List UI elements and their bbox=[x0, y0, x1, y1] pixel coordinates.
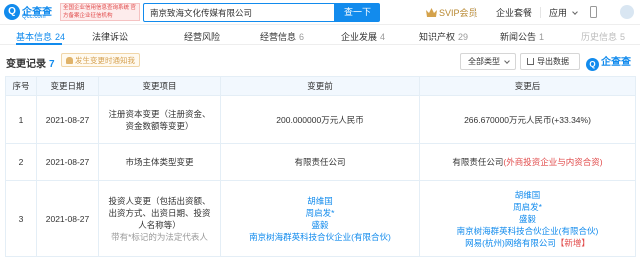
bell-icon bbox=[66, 57, 73, 64]
mobile-app-icon[interactable] bbox=[590, 6, 597, 18]
export-data-button[interactable]: 导出数据 bbox=[520, 53, 580, 70]
brand-watermark: Q 企查查 bbox=[586, 53, 631, 71]
tab-basic-info[interactable]: 基本信息 24 bbox=[16, 30, 65, 43]
cell-index: 3 bbox=[5, 180, 37, 257]
tab-count: 4 bbox=[380, 32, 386, 42]
investor-link[interactable]: 周启发* bbox=[227, 207, 413, 219]
investor-link[interactable]: 盛毅 bbox=[426, 213, 629, 225]
table-row: 2 2021-08-27 市场主体类型变更 有限责任公司 有限责任公司(外商投资… bbox=[5, 143, 636, 181]
cell-index: 1 bbox=[5, 95, 37, 144]
cell-after: 266.670000万元人民币(+33.34%) bbox=[419, 95, 636, 144]
tab-label: 法律诉讼 bbox=[92, 32, 129, 42]
tab-label: 历史信息 bbox=[581, 32, 618, 42]
cell-item: 市场主体类型变更 bbox=[98, 143, 221, 181]
column-header-index: 序号 bbox=[5, 76, 37, 96]
tab-count: 24 bbox=[55, 32, 66, 42]
top-bar: Q 企查查 Qcc.com 全国企业信用信息查询系统 官方备案企业征信机构 查一… bbox=[0, 0, 640, 25]
investor-new-entry: 网易(杭州)网络有限公司【新增】 bbox=[426, 237, 629, 249]
column-header-before: 变更前 bbox=[220, 76, 420, 96]
investor-link[interactable]: 南京树海群英科技合伙企业(有限合伙) bbox=[227, 231, 413, 243]
tab-count: 1 bbox=[539, 32, 545, 42]
brand-badge-icon: Q bbox=[586, 58, 599, 71]
investor-link[interactable]: 胡维国 bbox=[227, 195, 413, 207]
cell-before: 200.000000万元人民币 bbox=[220, 95, 420, 144]
tab-count: 6 bbox=[299, 32, 305, 42]
divider bbox=[474, 7, 475, 18]
cell-before: 胡维国 周启发* 盛毅 南京树海群英科技合伙企业(有限合伙) bbox=[220, 180, 420, 257]
download-icon bbox=[527, 58, 534, 65]
user-avatar[interactable] bbox=[620, 5, 634, 19]
item-text: 投资人变更（包括出资额、出资方式、出资日期、投资人名称等） bbox=[108, 195, 211, 230]
watermark-text: 企查查 bbox=[601, 57, 631, 68]
tab-label: 企业发展 bbox=[341, 32, 378, 42]
cell-item: 注册资本变更（注册资金、资金数额等变更） bbox=[98, 95, 221, 144]
after-highlight: (外商投资企业与内资合资) bbox=[503, 157, 603, 167]
tab-count: 5 bbox=[620, 32, 626, 42]
site-logo[interactable]: Q 企查查 Qcc.com bbox=[4, 3, 54, 22]
section-title-text: 变更记录 bbox=[6, 59, 46, 70]
svip-label: SVIP会员 bbox=[439, 8, 478, 18]
notify-label: 发生变更时通知我 bbox=[75, 56, 135, 65]
change-type-select[interactable]: 全部类型 bbox=[460, 53, 516, 70]
column-header-after: 变更后 bbox=[419, 76, 636, 96]
company-tabs: 基本信息 24 法律诉讼 经营风险 经营信息 6 企业发展 4 知识产权 29 新闻公告… bbox=[0, 25, 640, 45]
export-label: 导出数据 bbox=[537, 57, 569, 66]
table-row: 3 2021-08-27 投资人变更（包括出资额、出资方式、出资日期、投资人名称… bbox=[5, 180, 636, 257]
logo-badge-icon: Q bbox=[4, 4, 20, 20]
cell-after: 有限责任公司(外商投资企业与内资合资) bbox=[419, 143, 636, 181]
table-row: 1 2021-08-27 注册资本变更（注册资金、资金数额等变更） 200.00… bbox=[5, 95, 636, 144]
cell-item: 投资人变更（包括出资额、出资方式、出资日期、投资人名称等） 带有*标记的为法定代… bbox=[98, 180, 221, 257]
notify-on-change-button[interactable]: 发生变更时通知我 bbox=[61, 53, 140, 67]
table-header-row: 序号 变更日期 变更项目 变更前 变更后 bbox=[5, 76, 636, 96]
investor-link[interactable]: 周启发* bbox=[426, 201, 629, 213]
cell-date: 2021-08-27 bbox=[36, 180, 99, 257]
svip-link[interactable]: SVIP会员 bbox=[426, 6, 478, 19]
after-value: 有限责任公司 bbox=[452, 157, 504, 167]
apps-menu[interactable]: 应用 bbox=[549, 6, 578, 19]
cell-date: 2021-08-27 bbox=[36, 95, 99, 144]
cell-index: 2 bbox=[5, 143, 37, 181]
tab-history[interactable]: 历史信息 5 bbox=[581, 30, 625, 43]
tab-news[interactable]: 新闻公告 1 bbox=[500, 30, 544, 43]
tab-label: 基本信息 bbox=[16, 32, 53, 42]
tab-ip[interactable]: 知识产权 29 bbox=[419, 30, 468, 43]
logo-domain: Qcc.com bbox=[22, 14, 46, 20]
apps-label: 应用 bbox=[549, 8, 568, 18]
column-header-date: 变更日期 bbox=[36, 76, 99, 96]
search-input[interactable] bbox=[144, 4, 334, 21]
cell-date: 2021-08-27 bbox=[36, 143, 99, 181]
item-note: 带有*标记的为法定代表人 bbox=[111, 231, 208, 242]
section-count: 7 bbox=[49, 59, 55, 70]
investor-link[interactable]: 网易(杭州)网络有限公司 bbox=[465, 238, 556, 248]
search-button[interactable]: 查一下 bbox=[335, 3, 380, 22]
chevron-down-icon bbox=[504, 58, 510, 64]
tab-label: 经营信息 bbox=[260, 32, 297, 42]
investor-link[interactable]: 南京树海群英科技合伙企业(有限合伙) bbox=[426, 225, 629, 237]
search-box bbox=[143, 3, 335, 22]
tab-label: 知识产权 bbox=[419, 32, 456, 42]
divider bbox=[540, 7, 541, 18]
tab-development[interactable]: 企业发展 4 bbox=[341, 30, 385, 43]
cell-before: 有限责任公司 bbox=[220, 143, 420, 181]
new-tag: 【新增】 bbox=[555, 237, 590, 248]
registration-note: 全国企业信用信息查询系统 官方备案企业征信机构 bbox=[60, 3, 140, 21]
tab-label: 经营风险 bbox=[184, 32, 221, 42]
tab-label: 新闻公告 bbox=[500, 32, 537, 42]
change-record-table: 序号 变更日期 变更项目 变更前 变更后 1 2021-08-27 注册资本变更… bbox=[5, 76, 636, 257]
column-header-item: 变更项目 bbox=[98, 76, 221, 96]
tab-risk[interactable]: 经营风险 bbox=[184, 30, 220, 43]
tab-legal[interactable]: 法律诉讼 bbox=[92, 30, 128, 43]
investor-link[interactable]: 胡维国 bbox=[426, 189, 629, 201]
tab-count: 29 bbox=[458, 32, 469, 42]
section-title: 变更记录 7 bbox=[6, 55, 55, 70]
enterprise-plan-link[interactable]: 企业套餐 bbox=[496, 6, 532, 19]
type-select-value: 全部类型 bbox=[468, 57, 500, 66]
investor-link[interactable]: 盛毅 bbox=[227, 219, 413, 231]
crown-icon bbox=[426, 8, 437, 17]
chevron-down-icon bbox=[571, 9, 578, 15]
tab-operations[interactable]: 经营信息 6 bbox=[260, 30, 304, 43]
cell-after: 胡维国 周启发* 盛毅 南京树海群英科技合伙企业(有限合伙) 网易(杭州)网络有… bbox=[419, 180, 636, 257]
